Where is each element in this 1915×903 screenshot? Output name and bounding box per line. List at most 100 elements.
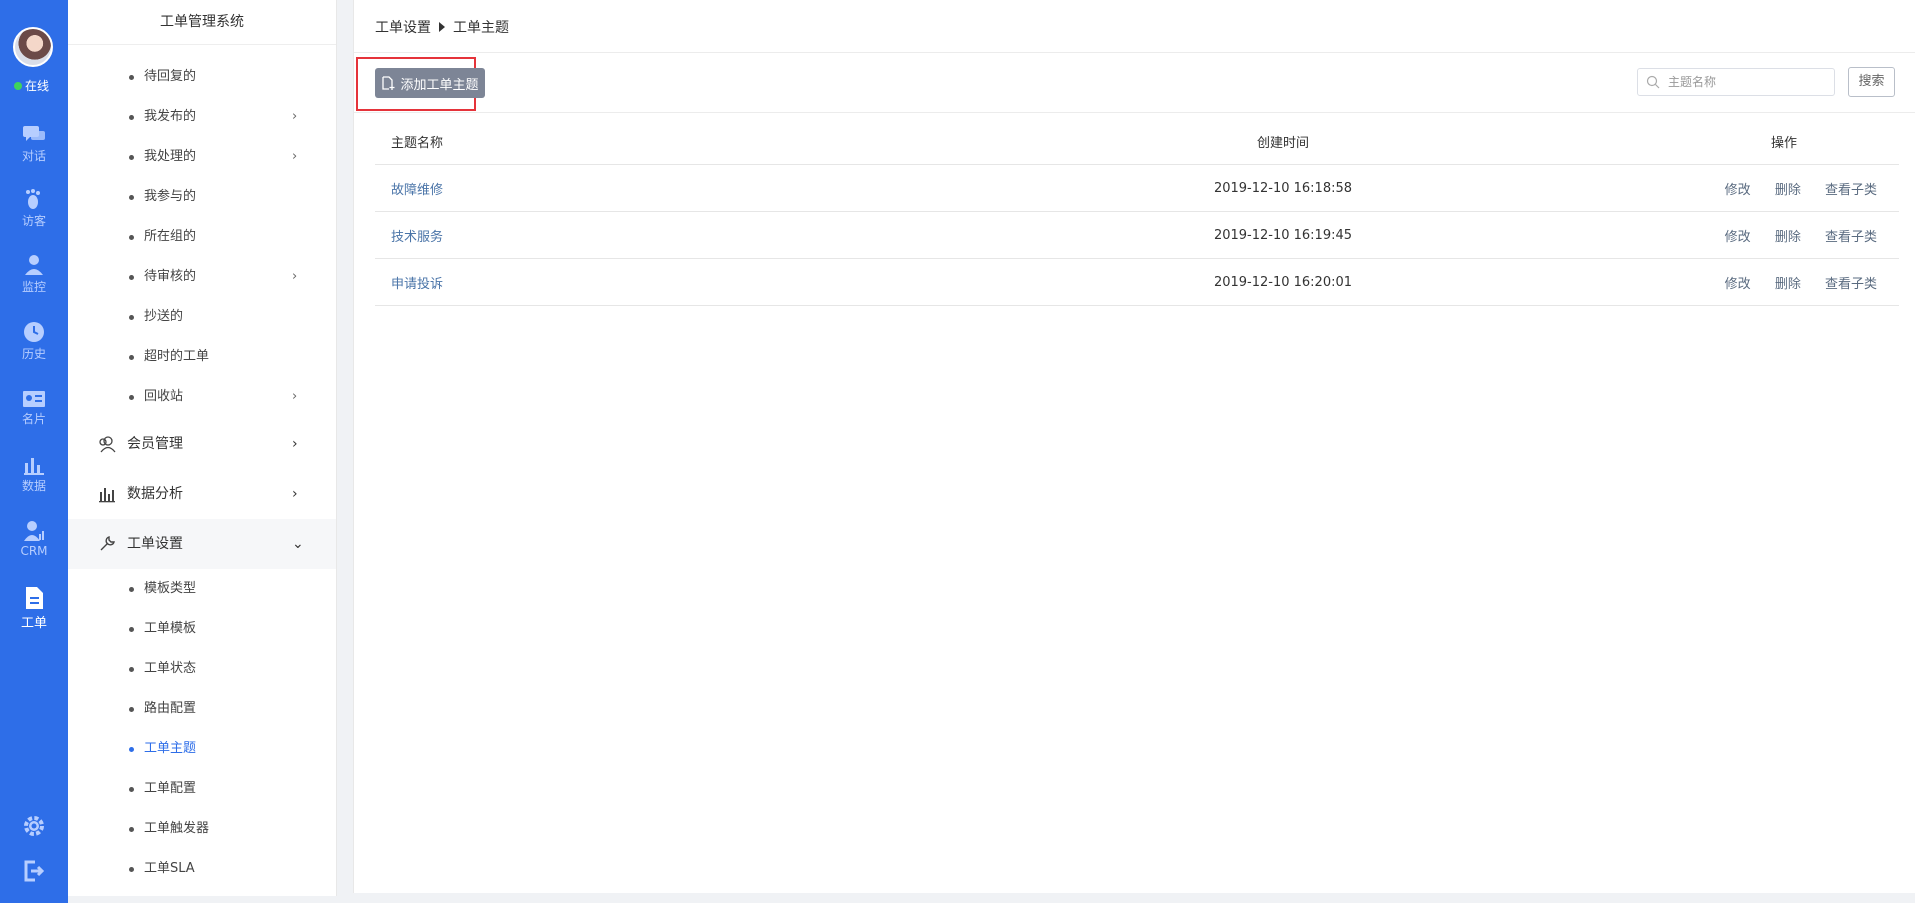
header-divider xyxy=(354,52,1915,53)
sidebar-item-ticket-topic[interactable]: 工单主题 xyxy=(68,731,336,767)
sidebar-item-handled[interactable]: 我处理的 › xyxy=(68,139,336,175)
delete-button[interactable]: 删除 xyxy=(1775,277,1801,292)
edit-button[interactable]: 修改 xyxy=(1725,230,1751,245)
sidebar-item-trigger[interactable]: 工单触发器 xyxy=(68,811,336,847)
topic-name-link[interactable]: 技术服务 xyxy=(391,230,443,245)
search-button[interactable]: 搜索 xyxy=(1848,67,1895,97)
monitor-user-icon xyxy=(25,255,43,275)
analysis-icon xyxy=(99,488,115,503)
logout-icon xyxy=(24,860,45,882)
edit-button[interactable]: 修改 xyxy=(1725,277,1751,292)
topic-name-link[interactable]: 故障维修 xyxy=(391,183,443,198)
wrench-icon xyxy=(100,536,115,551)
online-status-label: 在线 xyxy=(25,79,50,93)
delete-button[interactable]: 删除 xyxy=(1775,230,1801,245)
table-header-row: 主题名称 创建时间 操作 xyxy=(375,118,1899,165)
sidebar-item-my-group[interactable]: 所在组的 xyxy=(68,219,336,255)
rail-item-card[interactable]: 名片 xyxy=(0,390,68,427)
sidebar-item-ticket-template[interactable]: 工单模板 xyxy=(68,611,336,647)
topic-name-link[interactable]: 申请投诉 xyxy=(391,277,443,292)
avatar[interactable] xyxy=(13,27,53,67)
rail-item-history[interactable]: 历史 xyxy=(0,321,68,362)
rail-item-monitor[interactable]: 监控 xyxy=(0,254,68,295)
chevron-right-icon: › xyxy=(292,389,298,404)
sidebar-item-published[interactable]: 我发布的 › xyxy=(68,99,336,135)
rail-item-chat[interactable]: 对话 xyxy=(0,125,68,164)
row-actions: 修改 删除 查看子类 xyxy=(1574,211,1899,259)
sidebar-item-recycle[interactable]: 回收站 › xyxy=(68,379,336,415)
sidebar-group-analysis[interactable]: 数据分析 › xyxy=(68,469,336,519)
sidebar-item-ticket-status[interactable]: 工单状态 xyxy=(68,651,336,687)
search-field[interactable] xyxy=(1637,68,1835,96)
clock-icon xyxy=(24,322,44,342)
breadcrumb-current: 工单主题 xyxy=(453,20,509,36)
sidebar-item-participated[interactable]: 我参与的 xyxy=(68,179,336,215)
toolbar-divider xyxy=(354,112,1915,113)
chevron-right-icon: › xyxy=(292,109,298,124)
table-row: 申请投诉 2019-12-10 16:20:01 修改 删除 查看子类 xyxy=(375,258,1899,306)
chevron-right-icon: › xyxy=(292,436,298,452)
delete-button[interactable]: 删除 xyxy=(1775,183,1801,198)
logout-button[interactable] xyxy=(0,860,68,884)
sidebar-item-overdue[interactable]: 超时的工单 xyxy=(68,339,336,375)
rail-item-ticket[interactable]: 工单 xyxy=(0,586,68,631)
rail-item-label: 对话 xyxy=(21,149,46,163)
chat-icon xyxy=(23,126,45,141)
view-subcategory-button[interactable]: 查看子类 xyxy=(1825,230,1877,245)
chevron-down-icon: ⌄ xyxy=(292,536,304,552)
rail-item-label: CRM xyxy=(20,544,48,558)
bar-chart-icon xyxy=(24,458,44,475)
chevron-right-icon: › xyxy=(292,149,298,164)
online-status: 在线 xyxy=(14,77,49,94)
sidebar-item-ticket-config[interactable]: 工单配置 xyxy=(68,771,336,807)
rail-item-crm[interactable]: CRM xyxy=(0,520,68,558)
search-icon xyxy=(1646,75,1660,89)
sidebar-group-ticket-settings[interactable]: 工单设置 ⌄ xyxy=(68,519,336,569)
crm-icon xyxy=(24,521,44,541)
row-actions: 修改 删除 查看子类 xyxy=(1574,164,1899,212)
sidebar-title: 工单管理系统 xyxy=(68,0,336,45)
breadcrumb: 工单设置 工单主题 xyxy=(375,17,509,37)
sidebar-item-pending-review[interactable]: 待审核的 › xyxy=(68,259,336,295)
main-panel: 工单设置 工单主题 添加工单主题 搜索 主题名称 创建时间 操作 故障维修 20… xyxy=(353,0,1915,893)
view-subcategory-button[interactable]: 查看子类 xyxy=(1825,277,1877,292)
header-actions: 操作 xyxy=(1574,118,1899,165)
header-topic-name: 主题名称 xyxy=(375,118,992,165)
rail-item-label: 监控 xyxy=(21,280,46,294)
sidebar-item-sla[interactable]: 工单SLA xyxy=(68,851,336,887)
sidebar-item-cc[interactable]: 抄送的 xyxy=(68,299,336,335)
sidebar-group-members[interactable]: 会员管理 › xyxy=(68,419,336,469)
table-row: 技术服务 2019-12-10 16:19:45 修改 删除 查看子类 xyxy=(375,211,1899,259)
topic-table: 主题名称 创建时间 操作 故障维修 2019-12-10 16:18:58 修改… xyxy=(375,118,1899,306)
gear-icon xyxy=(24,816,44,836)
sidebar-item-pending-reply[interactable]: 待回复的 xyxy=(68,59,336,95)
chevron-right-icon: › xyxy=(292,269,298,284)
edit-button[interactable]: 修改 xyxy=(1725,183,1751,198)
breadcrumb-parent[interactable]: 工单设置 xyxy=(375,17,431,37)
icon-rail: 在线 对话 访客 监控 历史 名片 数据 CRM 工单 xyxy=(0,0,68,903)
created-time: 2019-12-10 16:18:58 xyxy=(992,164,1574,212)
card-icon xyxy=(23,391,45,407)
rail-item-label: 数据 xyxy=(21,479,46,493)
header-actions-label: 操作 xyxy=(1770,135,1797,151)
add-document-icon xyxy=(382,76,395,90)
rail-item-label: 访客 xyxy=(21,214,46,228)
footprint-icon xyxy=(26,189,40,209)
rail-item-visitor[interactable]: 访客 xyxy=(0,188,68,229)
view-subcategory-button[interactable]: 查看子类 xyxy=(1825,183,1877,198)
online-dot-icon xyxy=(14,81,22,90)
members-icon xyxy=(99,436,116,453)
sidebar-item-routing[interactable]: 路由配置 xyxy=(68,691,336,727)
header-created-time: 创建时间 xyxy=(992,118,1574,165)
rail-item-data[interactable]: 数据 xyxy=(0,455,68,494)
settings-button[interactable] xyxy=(0,815,68,839)
rail-item-label: 工单 xyxy=(20,616,47,631)
add-topic-button[interactable]: 添加工单主题 xyxy=(375,68,485,98)
rail-item-label: 名片 xyxy=(21,412,46,426)
sidebar-item-template-type[interactable]: 模板类型 xyxy=(68,571,336,607)
table-row: 故障维修 2019-12-10 16:18:58 修改 删除 查看子类 xyxy=(375,164,1899,212)
row-actions: 修改 删除 查看子类 xyxy=(1574,258,1899,306)
created-time: 2019-12-10 16:19:45 xyxy=(992,211,1574,259)
search-input[interactable] xyxy=(1666,74,1830,90)
chevron-right-icon: › xyxy=(292,486,298,502)
